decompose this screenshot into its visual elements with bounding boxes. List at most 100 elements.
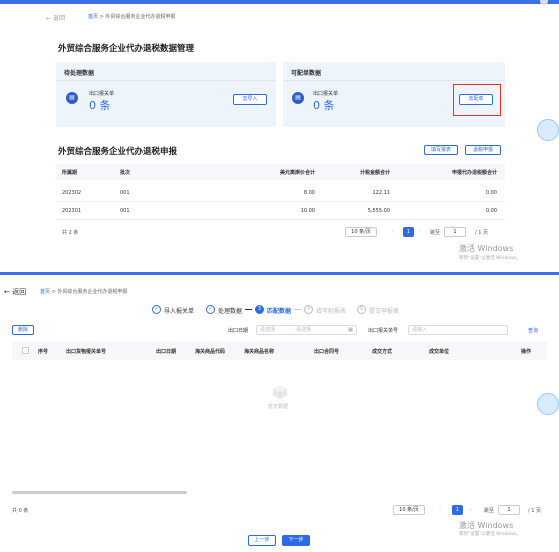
import-button[interactable]: 去导入 <box>233 94 267 105</box>
current-page[interactable]: 1 <box>403 227 414 237</box>
table-cell: 202301 <box>62 208 82 214</box>
breadcrumb-current: 外贸综合服务企业代办退税申报 <box>105 14 176 20</box>
step-fill-form: 填写附报表 <box>316 308 347 315</box>
back-button[interactable]: ← 返回 <box>46 13 65 22</box>
query-button[interactable]: 查询 <box>528 327 538 334</box>
watermark-subtitle: 转到"设置"以激活 Windows。 <box>459 256 521 261</box>
watermark-subtitle: 转到"设置"以激活 Windows。 <box>459 532 521 537</box>
total-pages: / 1 页 <box>475 230 489 236</box>
date-label: 出口日期 <box>228 328 249 334</box>
breadcrumb-home[interactable]: 首页 <box>88 14 98 20</box>
customs-form-icon: ▤ <box>66 92 78 104</box>
page-size-select[interactable]: 10 条/页 <box>393 505 425 515</box>
col-contract-no: 出口合同号 <box>314 349 340 355</box>
current-page[interactable]: 1 <box>452 505 463 515</box>
start-date-placeholder: 请选择 <box>260 327 276 333</box>
step-import: 导入报关单 <box>164 308 195 315</box>
watermark-title: 激活 Windows <box>459 244 514 253</box>
calendar-icon: ▦ <box>348 327 353 333</box>
table-cell: 001 <box>120 190 130 196</box>
col-deal-unit: 成交单位 <box>429 349 450 355</box>
table-cell: 0.00 <box>485 190 497 196</box>
step-connector <box>245 309 252 310</box>
col-export-date: 出口日期 <box>156 349 177 355</box>
step-number-icon: 5 <box>357 305 366 314</box>
page-size-value: 10 条/页 <box>399 507 419 513</box>
breadcrumb: 首页 > 外贸综合服务企业代办退税申报 <box>88 13 175 20</box>
page-size-value: 10 条/页 <box>351 229 371 235</box>
step-submit: 提交申报表 <box>369 308 400 315</box>
back-button[interactable]: ← 返回 <box>4 287 26 297</box>
top-accent-bar <box>0 0 559 4</box>
breadcrumb-current: 外贸综合服务企业代办退税申报 <box>57 289 128 295</box>
select-all-checkbox[interactable] <box>22 347 29 354</box>
col-decl-no: 出口货物报关单号 <box>66 349 107 355</box>
user-avatar-icon[interactable] <box>540 0 548 5</box>
step-process: 处理数据 <box>218 308 243 315</box>
col-index: 序号 <box>38 349 49 355</box>
breadcrumb-sep: > <box>99 14 104 20</box>
next-step-button[interactable]: 下一步 <box>282 535 310 546</box>
goto-input[interactable]: 1 <box>444 227 466 237</box>
page-size-select[interactable]: 10 条/页 <box>345 227 377 237</box>
table-cell: 122.11 <box>372 190 391 196</box>
step-number-icon: 3 <box>255 305 264 314</box>
pending-count: 0 条 <box>89 99 111 112</box>
col-period: 所属期 <box>62 170 78 176</box>
col-actions: 操作 <box>521 349 532 355</box>
table-cell: 0.00 <box>485 208 497 214</box>
step-check-icon: ✓ <box>206 305 215 314</box>
declaration-no-label: 出口报关单号 <box>368 328 399 334</box>
delete-button[interactable]: 删除 <box>12 325 34 335</box>
customs-form-icon: ▤ <box>292 92 304 104</box>
prev-page-icon[interactable]: ‹ <box>439 507 441 513</box>
watermark-title: 激活 Windows <box>459 521 514 530</box>
col-deal-type: 成交方式 <box>372 349 393 355</box>
col-refund: 申报代办退税额合计 <box>451 170 497 176</box>
row-divider <box>56 201 505 202</box>
prev-page-icon[interactable]: ‹ <box>392 229 394 235</box>
breadcrumb: 首页 > 外贸综合服务企业代办退税申报 <box>40 288 127 295</box>
assistant-avatar-icon[interactable] <box>537 393 559 415</box>
next-page-icon[interactable]: › <box>420 229 422 235</box>
breadcrumb-sep: > <box>51 289 56 295</box>
declaration-no-input[interactable]: 请输入 <box>408 325 508 335</box>
table-cell: 202302 <box>62 190 82 196</box>
breadcrumb-home[interactable]: 首页 <box>40 289 50 295</box>
divider <box>283 80 505 81</box>
matchable-label: 出口报关单 <box>313 91 339 97</box>
empty-box-icon <box>272 384 288 400</box>
declare-button[interactable]: 退税申报 <box>465 145 501 155</box>
back-label[interactable]: 返回 <box>12 288 26 296</box>
prev-step-button[interactable]: 上一步 <box>248 535 276 546</box>
goto-label: 跳至 <box>484 508 495 514</box>
goto-input[interactable]: 1 <box>498 505 520 515</box>
table-cell: 001 <box>120 208 130 214</box>
next-page-icon[interactable]: › <box>470 507 472 513</box>
col-hs-name: 海关商品名称 <box>244 349 275 355</box>
fill-form-button[interactable]: 填写报表 <box>424 145 458 155</box>
divider <box>56 80 276 81</box>
col-hs-code: 海关商品代码 <box>195 349 226 355</box>
step-match: 匹配数据 <box>267 308 292 315</box>
col-usd-fob: 美元离岸价合计 <box>279 170 315 176</box>
screenshot-divider <box>0 272 559 275</box>
row-divider <box>56 219 505 220</box>
date-range-input[interactable]: 请选择 - 请选择 ▦ <box>256 325 357 335</box>
assistant-avatar-icon[interactable] <box>537 119 559 141</box>
step-check-icon: ✓ <box>152 305 161 314</box>
step-number-icon: 4 <box>304 305 313 314</box>
total-count: 共 0 条 <box>12 508 29 514</box>
matchable-count: 0 条 <box>313 99 335 112</box>
matchable-panel-title: 可配单数据 <box>291 70 322 77</box>
horizontal-scrollbar[interactable] <box>12 491 187 494</box>
step-connector <box>294 309 301 310</box>
end-date-placeholder: 请选择 <box>296 327 312 333</box>
col-taxable: 计税金额合计 <box>359 170 390 176</box>
match-button[interactable]: 去配单 <box>459 94 493 105</box>
page-title: 外贸综合服务企业代办退税数据管理 <box>58 44 195 54</box>
table-cell: 5,555.00 <box>367 208 390 214</box>
section-title: 外贸综合服务企业代办退税申报 <box>58 147 178 157</box>
table-cell: 10.00 <box>300 208 315 214</box>
back-label[interactable]: 返回 <box>53 15 65 22</box>
